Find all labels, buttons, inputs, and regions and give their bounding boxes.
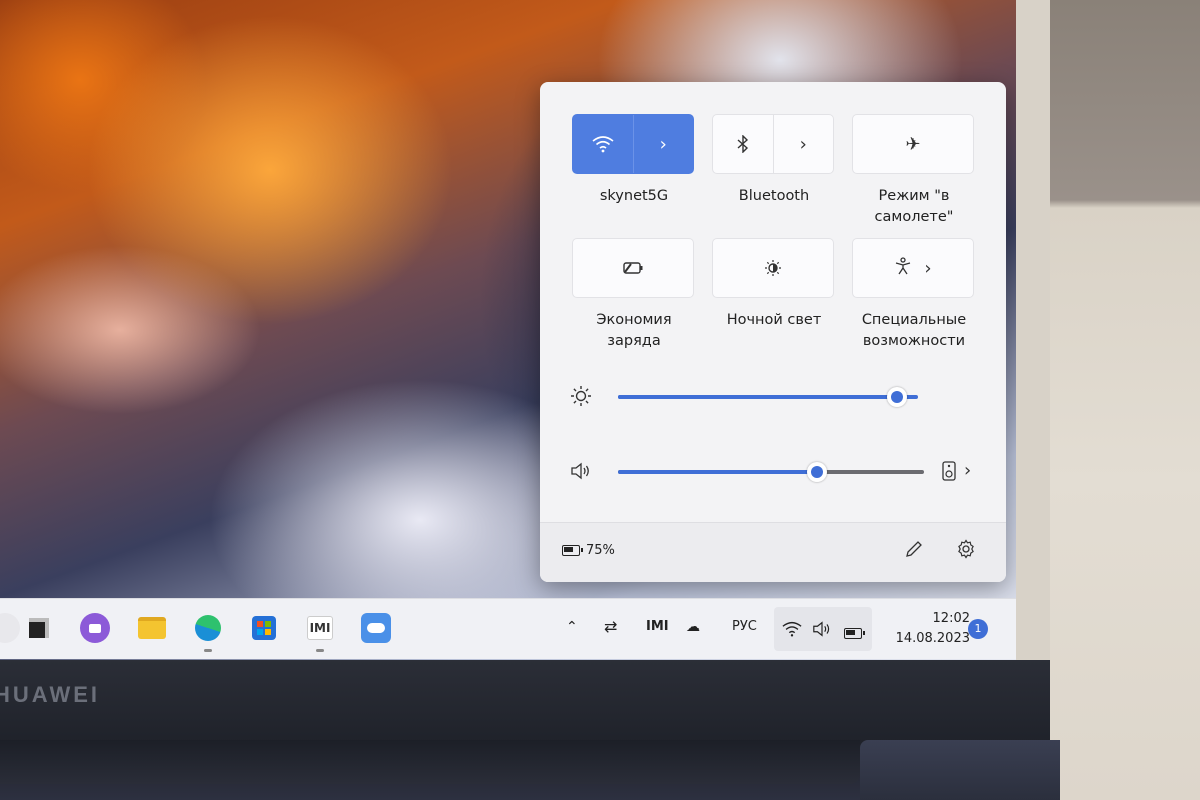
running-indicator xyxy=(204,649,212,652)
airplane-icon: ✈ xyxy=(905,133,921,155)
speaker-icon xyxy=(812,619,832,643)
speaker-icon[interactable] xyxy=(570,460,592,487)
chevron-up-icon[interactable]: ⌃ xyxy=(566,619,578,635)
edit-pencil-icon[interactable] xyxy=(904,539,924,564)
wifi-icon xyxy=(782,620,802,642)
room-background xyxy=(1050,0,1200,800)
brightness-slider[interactable] xyxy=(618,387,918,407)
bluetooth-tile[interactable]: › xyxy=(712,114,834,174)
wifi-label: skynet5G xyxy=(599,188,669,204)
volume-fill xyxy=(618,470,817,474)
battery-icon xyxy=(844,624,865,643)
accessibility-icon xyxy=(894,256,912,280)
accessibility-label: Специальные возможности xyxy=(861,312,967,349)
chevron-right-icon[interactable]: › xyxy=(964,460,971,481)
quick-settings-footer: 75% xyxy=(540,522,1006,582)
chat-icon[interactable] xyxy=(80,613,110,643)
night-light-label: Ночной свет xyxy=(726,312,822,328)
night-light-icon xyxy=(713,239,833,297)
notification-badge[interactable]: 1 xyxy=(968,619,988,639)
airplane-label: Режим "в самолете" xyxy=(874,188,954,225)
laptop-base xyxy=(860,740,1060,800)
battery-saver-tile[interactable] xyxy=(572,238,694,298)
battery-icon xyxy=(562,545,583,556)
volume-slider[interactable] xyxy=(618,462,924,482)
volume-thumb[interactable] xyxy=(807,462,827,482)
brand-logo: HUAWEI xyxy=(0,682,100,707)
cloud-icon[interactable] xyxy=(361,613,391,643)
brightness-icon xyxy=(570,385,592,412)
file-explorer-icon[interactable] xyxy=(137,613,167,643)
battery-status[interactable]: 75% xyxy=(562,543,615,558)
accessibility-tile-content: › xyxy=(853,239,973,297)
laptop-hinge xyxy=(0,740,860,784)
brightness-fill xyxy=(618,395,897,399)
transfer-icon[interactable]: ⇄ xyxy=(604,617,617,636)
pc-manager-tray-icon[interactable]: IMI xyxy=(646,619,669,634)
clock-date: 14.08.2023 xyxy=(895,631,970,646)
battery-percent: 75% xyxy=(586,543,615,558)
night-light-tile[interactable] xyxy=(712,238,834,298)
store-icon[interactable] xyxy=(249,613,279,643)
taskbar: IMI ⌃ ⇄ IMI ☁ РУС 12:02 14.08.2023 1 xyxy=(0,598,1016,659)
wifi-tile[interactable]: › xyxy=(572,114,694,174)
airplane-tile[interactable]: ✈ xyxy=(852,114,974,174)
battery-saver-label: Экономия заряда xyxy=(596,312,672,349)
chevron-right-icon[interactable]: › xyxy=(924,258,931,279)
bluetooth-icon[interactable] xyxy=(713,115,773,173)
running-indicator xyxy=(316,649,324,652)
audio-output-icon[interactable] xyxy=(942,461,956,485)
clock-time: 12:02 xyxy=(932,611,970,626)
chevron-right-icon[interactable]: › xyxy=(632,115,694,173)
edge-icon[interactable] xyxy=(193,613,223,652)
settings-gear-icon[interactable] xyxy=(956,539,976,564)
chevron-right-icon[interactable]: › xyxy=(772,115,834,173)
bluetooth-label: Bluetooth xyxy=(738,188,810,204)
clock[interactable]: 12:02 14.08.2023 xyxy=(880,609,970,649)
tray-status-group[interactable] xyxy=(774,607,872,651)
pc-manager-icon[interactable]: IMI xyxy=(305,613,335,652)
brightness-thumb[interactable] xyxy=(887,387,907,407)
language-indicator[interactable]: РУС xyxy=(732,619,757,634)
accessibility-tile[interactable]: › xyxy=(852,238,974,298)
brightness-slider-row xyxy=(570,382,980,412)
app-circle-icon[interactable] xyxy=(0,613,20,643)
app-dark-icon[interactable] xyxy=(24,613,54,643)
battery-saver-icon xyxy=(573,239,693,297)
wifi-icon[interactable] xyxy=(573,115,633,173)
onedrive-icon[interactable]: ☁ xyxy=(686,619,700,635)
volume-slider-row: › xyxy=(570,457,980,487)
quick-settings-panel: › skynet5G › Bluetooth ✈ Режим "в самоле… xyxy=(540,82,1006,582)
screen: › skynet5G › Bluetooth ✈ Режим "в самоле… xyxy=(0,0,1016,660)
